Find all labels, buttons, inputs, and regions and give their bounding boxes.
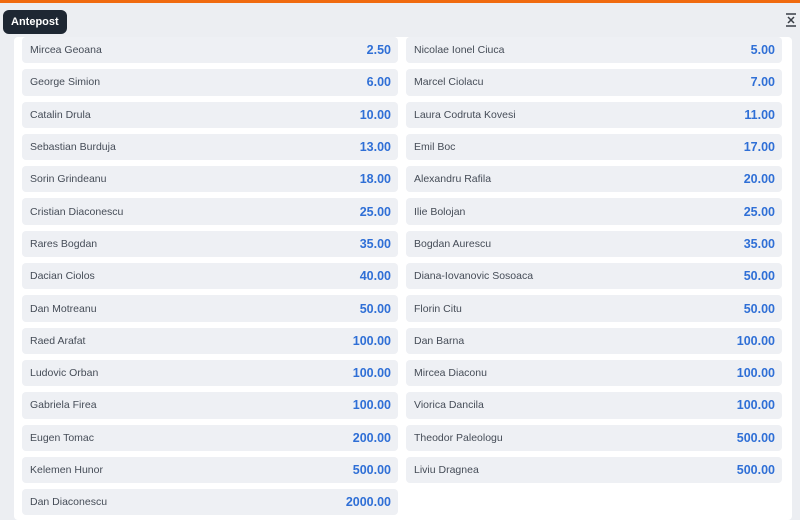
selection-name: Ludovic Orban bbox=[30, 367, 99, 380]
selection-name: Theodor Paleologu bbox=[414, 431, 503, 444]
selection-name: Dan Diaconescu bbox=[30, 496, 108, 509]
odds-value[interactable]: 500.00 bbox=[737, 431, 775, 445]
selection-name: Mircea Geoana bbox=[30, 44, 102, 57]
selection-name: Bogdan Aurescu bbox=[414, 237, 492, 250]
odds-value[interactable]: 50.00 bbox=[360, 302, 391, 316]
odds-value[interactable]: 20.00 bbox=[744, 172, 775, 186]
selection-name: Dan Barna bbox=[414, 334, 465, 347]
odds-row[interactable]: Rares Bogdan 35.00 bbox=[22, 230, 398, 258]
selection-name: Diana-Iovanovic Sosoaca bbox=[414, 270, 534, 283]
odds-value[interactable]: 6.00 bbox=[367, 75, 391, 89]
collapse-vertical-icon[interactable] bbox=[784, 13, 798, 29]
selection-name: Catalin Drula bbox=[30, 108, 91, 121]
odds-row[interactable]: Eugen Tomac 200.00 bbox=[22, 424, 398, 451]
odds-value[interactable]: 10.00 bbox=[360, 108, 391, 122]
selection-name: Gabriela Firea bbox=[30, 399, 97, 412]
odds-row[interactable]: Ilie Bolojan 25.00 bbox=[406, 198, 782, 225]
odds-row[interactable]: Nicolae Ionel Ciuca 5.00 bbox=[406, 37, 782, 64]
odds-row[interactable]: Mircea Diaconu 100.00 bbox=[406, 359, 782, 387]
odds-row[interactable]: Gabriela Firea 100.00 bbox=[22, 392, 398, 419]
odds-value[interactable]: 100.00 bbox=[353, 366, 391, 380]
odds-row[interactable]: Florin Citu 50.00 bbox=[406, 295, 782, 322]
odds-row[interactable]: George Simion 6.00 bbox=[22, 69, 398, 96]
odds-row[interactable]: Dan Barna 100.00 bbox=[406, 327, 782, 354]
odds-row[interactable]: Kelemen Hunor 500.00 bbox=[22, 456, 398, 484]
odds-value[interactable]: 100.00 bbox=[353, 334, 391, 348]
selection-name: Nicolae Ionel Ciuca bbox=[414, 44, 505, 57]
tab-antepost[interactable]: Antepost bbox=[3, 10, 67, 34]
odds-row[interactable]: Dan Motreanu 50.00 bbox=[22, 295, 398, 322]
selection-name: George Simion bbox=[30, 76, 101, 89]
odds-value[interactable]: 100.00 bbox=[737, 334, 775, 348]
odds-value[interactable]: 35.00 bbox=[360, 237, 391, 251]
odds-value[interactable]: 13.00 bbox=[360, 140, 391, 154]
market-header: Antepost bbox=[0, 3, 800, 37]
selection-name: Eugen Tomac bbox=[30, 431, 95, 444]
odds-value[interactable]: 2000.00 bbox=[346, 495, 391, 509]
odds-value[interactable]: 50.00 bbox=[744, 269, 775, 283]
odds-row[interactable]: Dacian Ciolos 40.00 bbox=[22, 263, 398, 290]
selection-name: Rares Bogdan bbox=[30, 237, 98, 250]
odds-row[interactable]: Alexandru Rafila 20.00 bbox=[406, 166, 782, 193]
odds-value[interactable]: 100.00 bbox=[353, 398, 391, 412]
odds-value[interactable]: 25.00 bbox=[744, 205, 775, 219]
selection-name: Florin Citu bbox=[414, 302, 462, 315]
selection-name: Cristian Diaconescu bbox=[30, 205, 124, 218]
selection-name: Raed Arafat bbox=[30, 334, 86, 347]
odds-value[interactable]: 500.00 bbox=[737, 463, 775, 477]
odds-value[interactable]: 7.00 bbox=[751, 75, 775, 89]
odds-row[interactable]: Laura Codruta Kovesi 11.00 bbox=[406, 101, 782, 128]
empty-cell bbox=[406, 489, 782, 515]
selection-name: Emil Boc bbox=[414, 141, 456, 154]
selection-name: Laura Codruta Kovesi bbox=[414, 108, 516, 121]
odds-value[interactable]: 200.00 bbox=[353, 431, 391, 445]
odds-row[interactable]: Bogdan Aurescu 35.00 bbox=[406, 230, 782, 258]
odds-row[interactable]: Sorin Grindeanu 18.00 bbox=[22, 166, 398, 193]
odds-row[interactable]: Dan Diaconescu 2000.00 bbox=[22, 489, 398, 516]
selection-name: Sebastian Burduja bbox=[30, 141, 116, 154]
selection-name: Viorica Dancila bbox=[414, 399, 484, 412]
selection-name: Kelemen Hunor bbox=[30, 464, 103, 476]
odds-row[interactable]: Mircea Geoana 2.50 bbox=[22, 37, 398, 64]
selection-name: Sorin Grindeanu bbox=[30, 173, 107, 186]
odds-row[interactable]: Theodor Paleologu 500.00 bbox=[406, 424, 782, 451]
selection-name: Dacian Ciolos bbox=[30, 270, 95, 283]
odds-panel: Mircea Geoana 2.50 Nicolae Ionel Ciuca 5.00… bbox=[14, 37, 792, 520]
odds-value[interactable]: 17.00 bbox=[744, 140, 775, 154]
odds-row[interactable]: Sebastian Burduja 13.00 bbox=[22, 133, 398, 161]
odds-value[interactable]: 11.00 bbox=[744, 108, 775, 122]
odds-row[interactable]: Marcel Ciolacu 7.00 bbox=[406, 69, 782, 96]
odds-row[interactable]: Diana-Iovanovic Sosoaca 50.00 bbox=[406, 263, 782, 290]
odds-row[interactable]: Catalin Drula 10.00 bbox=[22, 101, 398, 128]
odds-value[interactable]: 50.00 bbox=[744, 302, 775, 316]
selection-name: Alexandru Rafila bbox=[414, 173, 492, 186]
odds-value[interactable]: 100.00 bbox=[737, 398, 775, 412]
odds-row[interactable]: Viorica Dancila 100.00 bbox=[406, 392, 782, 419]
odds-value[interactable]: 100.00 bbox=[737, 366, 775, 380]
odds-value[interactable]: 18.00 bbox=[360, 172, 391, 186]
odds-row[interactable]: Cristian Diaconescu 25.00 bbox=[22, 198, 398, 225]
odds-value[interactable]: 500.00 bbox=[353, 463, 391, 477]
odds-value[interactable]: 35.00 bbox=[744, 237, 775, 251]
selection-name: Ilie Bolojan bbox=[414, 205, 466, 218]
odds-value[interactable]: 25.00 bbox=[360, 205, 391, 219]
odds-value[interactable]: 2.50 bbox=[367, 43, 391, 57]
selection-name: Dan Motreanu bbox=[30, 302, 97, 315]
odds-grid: Mircea Geoana 2.50 Nicolae Ionel Ciuca 5.00… bbox=[22, 37, 782, 516]
selection-name: Liviu Dragnea bbox=[414, 464, 479, 476]
selection-name: Mircea Diaconu bbox=[414, 367, 487, 380]
selection-name: Marcel Ciolacu bbox=[414, 76, 484, 89]
odds-value[interactable]: 5.00 bbox=[751, 43, 775, 57]
odds-row[interactable]: Ludovic Orban 100.00 bbox=[22, 359, 398, 387]
odds-row[interactable]: Emil Boc 17.00 bbox=[406, 133, 782, 161]
odds-row[interactable]: Raed Arafat 100.00 bbox=[22, 327, 398, 354]
odds-row[interactable]: Liviu Dragnea 500.00 bbox=[406, 456, 782, 484]
odds-value[interactable]: 40.00 bbox=[360, 269, 391, 283]
